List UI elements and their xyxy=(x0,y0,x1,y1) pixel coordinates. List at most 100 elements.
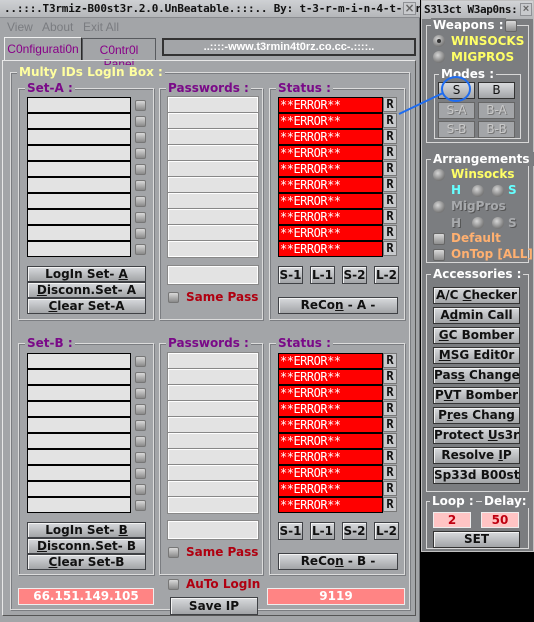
weapons-title-bar[interactable]: S3l3ct W3ap0ns: × xyxy=(422,1,533,19)
set-b-id-input[interactable] xyxy=(27,401,131,417)
set-button[interactable]: SET xyxy=(433,531,520,548)
port-field[interactable]: 9119 xyxy=(267,588,405,605)
set-b-reconnect-row-button[interactable]: R xyxy=(383,481,397,496)
set-a-id-input[interactable] xyxy=(27,161,131,177)
accessory-button[interactable]: Sp33d B00st3r xyxy=(433,467,520,484)
set-b-password-input[interactable] xyxy=(168,385,258,401)
set-a-id-checkbox[interactable] xyxy=(135,196,146,207)
accessory-button[interactable]: Resolve IP xyxy=(433,447,520,464)
accessory-button[interactable]: PVT Bomber xyxy=(433,387,520,404)
set-a-password-input[interactable] xyxy=(168,241,258,257)
delay-input[interactable]: 50 xyxy=(481,512,519,528)
set-b-id-checkbox[interactable] xyxy=(135,388,146,399)
set-a-password-input[interactable] xyxy=(168,145,258,161)
auto-login-checkbox[interactable] xyxy=(168,579,179,590)
menu-view[interactable]: View xyxy=(7,20,33,34)
set-b-password-input[interactable] xyxy=(168,401,258,417)
set-a-id-checkbox[interactable] xyxy=(135,180,146,191)
winsocks-radio[interactable] xyxy=(433,35,445,47)
close-icon[interactable]: × xyxy=(403,2,416,15)
set-a-reconnect-row-button[interactable]: R xyxy=(383,193,397,208)
set-a-id-checkbox[interactable] xyxy=(135,100,146,111)
winsocks-s-radio[interactable] xyxy=(492,185,504,197)
accessory-button[interactable]: A/C Checker xyxy=(433,287,520,304)
set-b-password-input[interactable] xyxy=(168,481,258,497)
set-a-id-input[interactable] xyxy=(27,225,131,241)
accessory-button[interactable]: Admin Call xyxy=(433,307,520,324)
menu-about[interactable]: About xyxy=(42,20,73,34)
set-b-reconnect-row-button[interactable]: R xyxy=(383,385,397,400)
set-a-password-input[interactable] xyxy=(168,193,258,209)
weapons-checkbox[interactable] xyxy=(505,20,517,32)
set-b-id-checkbox[interactable] xyxy=(135,372,146,383)
loop-input[interactable]: 2 xyxy=(433,512,471,528)
set-b-l1-button[interactable]: L-1 xyxy=(310,522,335,540)
set-b-reconnect-row-button[interactable]: R xyxy=(383,433,397,448)
recon-set-a-button[interactable]: ReCon - A - xyxy=(278,297,398,314)
set-a-id-checkbox[interactable] xyxy=(135,228,146,239)
set-b-id-checkbox[interactable] xyxy=(135,436,146,447)
migpros-s-radio[interactable] xyxy=(492,217,504,229)
migpros-radio[interactable] xyxy=(433,51,445,63)
set-b-s2-button[interactable]: S-2 xyxy=(342,522,367,540)
set-a-password-input[interactable] xyxy=(168,97,258,113)
set-b-password-input[interactable] xyxy=(168,369,258,385)
set-b-reconnect-row-button[interactable]: R xyxy=(383,465,397,480)
set-b-password-input[interactable] xyxy=(168,465,258,481)
accessory-button[interactable]: Pres Chang xyxy=(433,407,520,424)
set-b-password-input[interactable] xyxy=(168,449,258,465)
set-a-id-checkbox[interactable] xyxy=(135,116,146,127)
set-b-id-input[interactable] xyxy=(27,353,131,369)
set-b-password-input[interactable] xyxy=(168,433,258,449)
ontop-checkbox[interactable] xyxy=(433,249,445,261)
set-b-id-checkbox[interactable] xyxy=(135,420,146,431)
arrange-migpros-radio[interactable] xyxy=(433,201,445,213)
set-b-password-input[interactable] xyxy=(168,353,258,369)
set-b-password-input[interactable] xyxy=(168,497,258,513)
accessory-button[interactable]: Protect Us3r xyxy=(433,427,520,444)
set-b-id-checkbox[interactable] xyxy=(135,452,146,463)
set-a-password-input[interactable] xyxy=(168,129,258,145)
ip-address-field[interactable]: 66.151.149.105 xyxy=(18,588,154,605)
set-a-reconnect-row-button[interactable]: R xyxy=(383,161,397,176)
mode-s-b-button[interactable]: S-B xyxy=(438,121,475,138)
mode-s-a-button[interactable]: S-A xyxy=(438,102,475,119)
set-a-password-input[interactable] xyxy=(168,161,258,177)
set-a-l2-button[interactable]: L-2 xyxy=(374,266,399,284)
set-b-same-pass-checkbox[interactable] xyxy=(168,547,179,558)
set-a-id-checkbox[interactable] xyxy=(135,244,146,255)
login-set-a-button[interactable]: LogIn Set- A xyxy=(27,266,146,282)
set-b-id-checkbox[interactable] xyxy=(135,404,146,415)
clear-set-b-button[interactable]: Clear Set-B xyxy=(27,554,146,570)
set-b-id-input[interactable] xyxy=(27,433,131,449)
set-b-id-checkbox[interactable] xyxy=(135,500,146,511)
menu-exit-all[interactable]: Exit All xyxy=(83,20,119,34)
set-b-same-pass-input[interactable] xyxy=(168,521,258,539)
winsocks-h-radio[interactable] xyxy=(472,185,484,197)
mode-b-b-button[interactable]: B-B xyxy=(478,121,515,138)
recon-set-b-button[interactable]: ReCon - B - xyxy=(278,553,398,570)
set-a-id-checkbox[interactable] xyxy=(135,212,146,223)
set-b-reconnect-row-button[interactable]: R xyxy=(383,497,397,512)
mode-b-a-button[interactable]: B-A xyxy=(478,102,515,119)
tab-configuration[interactable]: C0nfigurati0n xyxy=(4,37,82,61)
set-b-reconnect-row-button[interactable]: R xyxy=(383,449,397,464)
set-b-id-checkbox[interactable] xyxy=(135,356,146,367)
set-a-reconnect-row-button[interactable]: R xyxy=(383,177,397,192)
set-b-id-input[interactable] xyxy=(27,465,131,481)
set-b-id-input[interactable] xyxy=(27,449,131,465)
set-a-l1-button[interactable]: L-1 xyxy=(310,266,335,284)
set-a-reconnect-row-button[interactable]: R xyxy=(383,145,397,160)
set-a-reconnect-row-button[interactable]: R xyxy=(383,129,397,144)
set-a-id-input[interactable] xyxy=(27,129,131,145)
default-checkbox[interactable] xyxy=(433,233,445,245)
mode-s-button[interactable]: S xyxy=(438,82,475,99)
set-b-reconnect-row-button[interactable]: R xyxy=(383,369,397,384)
set-a-same-pass-checkbox[interactable] xyxy=(168,292,179,303)
set-a-s1-button[interactable]: S-1 xyxy=(278,266,303,284)
set-b-id-input[interactable] xyxy=(27,481,131,497)
set-b-password-input[interactable] xyxy=(168,417,258,433)
set-a-id-input[interactable] xyxy=(27,193,131,209)
set-a-reconnect-row-button[interactable]: R xyxy=(383,113,397,128)
main-title-bar[interactable]: ..:::.T3rmiz-B00st3r.2.0.UnBeatable.:::.… xyxy=(0,0,435,18)
